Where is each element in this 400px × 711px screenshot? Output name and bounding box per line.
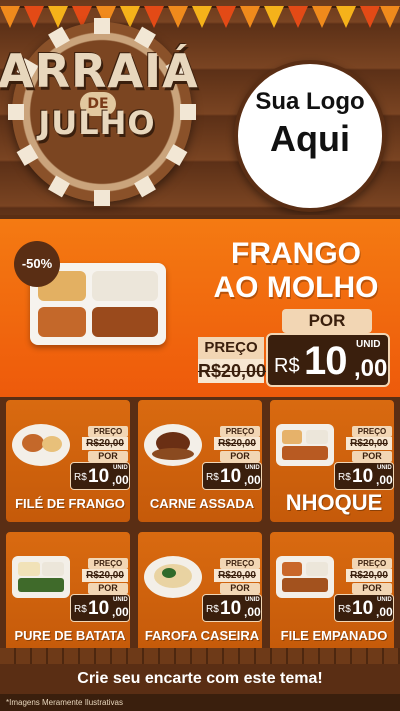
- preco-label: PREÇO: [352, 426, 392, 437]
- product-name: FILÉ DE FRANGO: [15, 496, 125, 511]
- food-image: [144, 424, 202, 466]
- featured-price-int: 10: [304, 339, 347, 383]
- product-name: FAROFA CASEIRA: [144, 628, 260, 643]
- product-card[interactable]: PREÇO R$20,00 POR R$ 10 UNID ,00 FILÉ DE…: [4, 398, 132, 524]
- price-box: R$ 10 UNID ,00: [334, 594, 394, 622]
- cta-banner[interactable]: Crie seu encarte com este tema!: [0, 664, 400, 694]
- unit: UNID: [245, 465, 260, 471]
- featured-offer: -50% FRANGO AO MOLHO POR PREÇO R$20,00 R…: [0, 215, 400, 397]
- old-price: R$20,00: [214, 437, 260, 450]
- price-dec: ,00: [244, 605, 261, 619]
- preco-label: PREÇO: [352, 558, 392, 569]
- price-int: 10: [352, 598, 374, 619]
- unit: UNID: [377, 465, 392, 471]
- product-card[interactable]: PREÇO R$20,00 POR R$ 10 UNID ,00 PURE DE…: [4, 530, 132, 656]
- logo-line2: Aqui: [270, 118, 350, 159]
- preco-label: PREÇO: [220, 426, 260, 437]
- currency: R$: [74, 472, 87, 483]
- price-int: 10: [88, 598, 110, 619]
- preco-label: PREÇO: [88, 426, 128, 437]
- price-dec: ,00: [244, 473, 261, 487]
- logo-placeholder[interactable]: Sua Logo Aqui: [234, 60, 386, 212]
- unit: UNID: [245, 597, 260, 603]
- currency: R$: [206, 604, 219, 615]
- product-name: PURE DE BATATA: [14, 628, 126, 643]
- featured-title-line1: FRANGO: [231, 237, 361, 270]
- featured-title: FRANGO AO MOLHO: [196, 237, 396, 305]
- food-image: [276, 424, 334, 466]
- product-card[interactable]: PREÇO R$20,00 POR R$ 10 UNID ,00 NHOQUE: [268, 398, 396, 524]
- por-label: POR: [220, 583, 260, 594]
- featured-currency: R$: [274, 355, 300, 377]
- price-box: R$ 10 UNID ,00: [202, 462, 262, 490]
- por-label: POR: [352, 583, 392, 594]
- price-dec: ,00: [376, 605, 393, 619]
- unit: UNID: [377, 597, 392, 603]
- price-dec: ,00: [112, 605, 129, 619]
- old-price: R$20,00: [346, 437, 392, 450]
- featured-title-line2: AO MOLHO: [213, 271, 379, 304]
- por-label: POR: [88, 583, 128, 594]
- food-image: [276, 556, 334, 598]
- fence-decoration: [0, 648, 400, 664]
- badge-subtitle: JULHO: [38, 104, 156, 142]
- currency: R$: [74, 604, 87, 615]
- product-card[interactable]: PREÇO R$20,00 POR R$ 10 UNID ,00 FAROFA …: [136, 530, 264, 656]
- price-box: R$ 10 UNID ,00: [70, 462, 130, 490]
- price-box: R$ 10 UNID ,00: [334, 462, 394, 490]
- disclaimer: *Imagens Meramente Ilustrativas: [0, 694, 400, 711]
- badge-title: ARRAIÁ: [0, 44, 199, 98]
- currency: R$: [338, 472, 351, 483]
- featured-preco-label: PREÇO: [198, 337, 264, 359]
- price-int: 10: [88, 466, 110, 487]
- unit: UNID: [113, 597, 128, 603]
- product-card[interactable]: PREÇO R$20,00 POR R$ 10 UNID ,00 CARNE A…: [136, 398, 264, 524]
- por-label: POR: [352, 451, 392, 462]
- preco-label: PREÇO: [88, 558, 128, 569]
- old-price: R$20,00: [82, 437, 128, 450]
- currency: R$: [338, 604, 351, 615]
- por-label: POR: [220, 451, 260, 462]
- header: ARRAIÁ DE JULHO Sua Logo Aqui: [0, 0, 400, 215]
- por-label: POR: [88, 451, 128, 462]
- food-image: [12, 424, 70, 466]
- price-int: 10: [352, 466, 374, 487]
- featured-unit: UNID: [356, 339, 381, 350]
- product-name: FILE EMPANADO: [280, 628, 388, 643]
- currency: R$: [206, 472, 219, 483]
- food-image: [144, 556, 202, 598]
- old-price: R$20,00: [82, 569, 128, 582]
- featured-por-label: POR: [282, 309, 372, 333]
- price-int: 10: [220, 466, 242, 487]
- discount-badge: -50%: [14, 241, 60, 287]
- unit: UNID: [113, 465, 128, 471]
- price-box: R$ 10 UNID ,00: [70, 594, 130, 622]
- product-card[interactable]: PREÇO R$20,00 POR R$ 10 UNID ,00 FILE EM…: [268, 530, 396, 656]
- price-dec: ,00: [112, 473, 129, 487]
- old-price: R$20,00: [346, 569, 392, 582]
- food-image: [12, 556, 70, 598]
- preco-label: PREÇO: [220, 558, 260, 569]
- featured-old-price: R$20,00: [198, 359, 267, 383]
- logo-line1: Sua Logo: [255, 88, 365, 115]
- price-int: 10: [220, 598, 242, 619]
- price-dec: ,00: [376, 473, 393, 487]
- featured-price-box: R$ 10 UNID ,00: [266, 333, 390, 387]
- featured-price-dec: ,00: [354, 355, 388, 382]
- price-box: R$ 10 UNID ,00: [202, 594, 262, 622]
- product-name: CARNE ASSADA: [149, 496, 255, 511]
- old-price: R$20,00: [214, 569, 260, 582]
- product-name: NHOQUE: [285, 490, 383, 515]
